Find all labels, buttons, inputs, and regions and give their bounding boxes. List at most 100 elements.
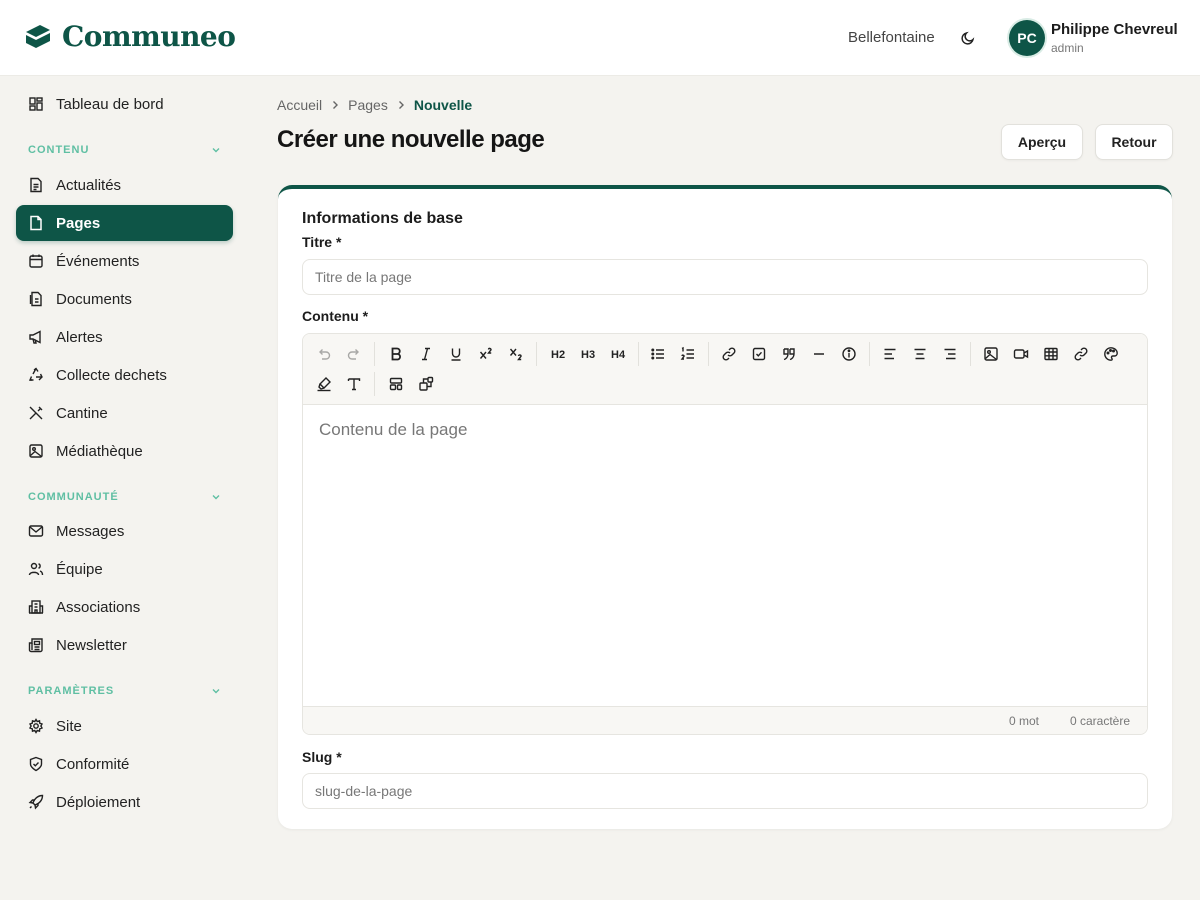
sidebar-item-label: Messages: [56, 522, 125, 540]
info-button[interactable]: [837, 342, 861, 366]
sidebar-item-newsletter[interactable]: Newsletter: [16, 627, 233, 663]
toolbar-separator: [374, 342, 375, 366]
section-title: COMMUNAUTÉ: [28, 491, 119, 503]
editor-toolbar: H2 H3 H4: [303, 334, 1147, 405]
avatar[interactable]: PC: [1009, 20, 1045, 56]
editor-footer: 0 mot 0 caractère: [303, 706, 1147, 734]
highlight-button[interactable]: [312, 372, 336, 396]
documents-icon: [29, 291, 42, 307]
sidebar-section-communaute[interactable]: COMMUNAUTÉ: [28, 489, 222, 505]
image-icon: [984, 347, 998, 361]
sidebar-section-contenu[interactable]: CONTENU: [28, 142, 222, 158]
slug-input[interactable]: [302, 773, 1148, 809]
sidebar-item-cantine[interactable]: Cantine: [16, 395, 233, 431]
breadcrumb-link-accueil[interactable]: Accueil: [277, 97, 322, 113]
bullet-list-button[interactable]: [646, 342, 670, 366]
heading-2-label: H2: [551, 349, 565, 361]
sidebar-item-evenements[interactable]: Événements: [16, 243, 233, 279]
title-label: Titre *: [302, 234, 342, 250]
sidebar-item-conformite[interactable]: Conformité: [16, 746, 233, 782]
undo-button[interactable]: [312, 342, 336, 366]
align-right-button[interactable]: [938, 342, 962, 366]
quote-button[interactable]: [777, 342, 801, 366]
blocks-icon: [419, 376, 434, 391]
toolbar-separator: [970, 342, 971, 366]
sidebar-item-label: Pages: [56, 214, 101, 232]
editor-content[interactable]: Contenu de la page: [319, 420, 467, 440]
link-button[interactable]: [717, 342, 741, 366]
toolbar-separator: [638, 342, 639, 366]
superscript-button[interactable]: [474, 342, 498, 366]
breadcrumb-current: Nouvelle: [413, 97, 473, 113]
newspaper-icon: [28, 638, 43, 653]
sidebar-item-label: Collecte dechets: [56, 366, 167, 384]
heading-3-button[interactable]: H3: [576, 342, 600, 366]
heading-2-button[interactable]: H2: [546, 342, 570, 366]
color-button[interactable]: [1099, 342, 1123, 366]
sidebar-item-actualites[interactable]: Actualités: [16, 167, 233, 203]
sidebar-item-site[interactable]: Site: [16, 708, 233, 744]
sidebar-item-alertes[interactable]: Alertes: [16, 319, 233, 355]
text-style-button[interactable]: [342, 372, 366, 396]
preview-button[interactable]: Aperçu: [1001, 124, 1083, 160]
align-center-button[interactable]: [908, 342, 932, 366]
sidebar-item-equipe[interactable]: Équipe: [16, 551, 233, 587]
sidebar-section-parametres[interactable]: PARAMÈTRES: [28, 683, 222, 699]
toolbar-separator: [374, 372, 375, 396]
align-left-button[interactable]: [878, 342, 902, 366]
breadcrumb-link-pages[interactable]: Pages: [348, 97, 388, 113]
text-icon: [347, 378, 361, 391]
news-icon: [30, 177, 42, 193]
heading-4-button[interactable]: H4: [606, 342, 630, 366]
sidebar-item-collecte-dechets[interactable]: Collecte dechets: [16, 357, 233, 393]
horizontal-rule-icon: [814, 353, 824, 355]
sidebar-item-deploiement[interactable]: Déploiement: [16, 784, 233, 820]
bullet-list-icon: [651, 348, 664, 360]
sidebar-item-messages[interactable]: Messages: [16, 513, 233, 549]
heading-4-label: H4: [611, 349, 626, 361]
redo-button[interactable]: [342, 342, 366, 366]
sidebar-item-mediatheque[interactable]: Médiathèque: [16, 433, 233, 469]
sidebar-item-label: Conformité: [56, 755, 130, 773]
sidebar-item-pages[interactable]: Pages: [16, 205, 233, 241]
sidebar-item-label: Newsletter: [56, 636, 127, 654]
bold-button[interactable]: [384, 342, 408, 366]
chevron-down-icon: [212, 148, 220, 153]
insert-table-button[interactable]: [1039, 342, 1063, 366]
blocks-button[interactable]: [414, 372, 438, 396]
sidebar-item-documents[interactable]: Documents: [16, 281, 233, 317]
link-icon: [722, 347, 736, 361]
sidebar-item-label: Associations: [56, 598, 141, 616]
site-selector[interactable]: Bellefontaine: [848, 29, 935, 46]
insert-video-button[interactable]: [1009, 342, 1033, 366]
task-list-button[interactable]: [747, 342, 771, 366]
back-button[interactable]: Retour: [1095, 124, 1173, 160]
insert-image-button[interactable]: [979, 342, 1003, 366]
title-input[interactable]: [302, 259, 1148, 295]
ordered-list-button[interactable]: [676, 342, 700, 366]
subscript-button[interactable]: [504, 342, 528, 366]
top-header: Communeo Bellefontaine PC Philippe Chevr…: [0, 0, 1200, 76]
character-count: 0 caractère: [1070, 714, 1131, 728]
heading-3-label: H3: [581, 349, 595, 361]
sidebar: Tableau de bord CONTENU Actualités Pages…: [0, 77, 250, 900]
horizontal-rule-button[interactable]: [807, 342, 831, 366]
section-title: Informations de base: [302, 210, 463, 227]
palette-icon: [1104, 347, 1118, 361]
rich-text-editor: H2 H3 H4 Contenu de la page 0 mot 0 cara…: [302, 333, 1148, 735]
rocket-icon: [28, 794, 44, 810]
task-list-icon: [752, 347, 766, 361]
utensils-icon: [29, 406, 43, 420]
underline-button[interactable]: [444, 342, 468, 366]
sidebar-item-associations[interactable]: Associations: [16, 589, 233, 625]
user-role: admin: [1051, 41, 1084, 55]
italic-button[interactable]: [414, 342, 438, 366]
embed-link-button[interactable]: [1069, 342, 1093, 366]
theme-toggle-button[interactable]: [958, 28, 978, 48]
layout-button[interactable]: [384, 372, 408, 396]
sidebar-item-dashboard[interactable]: Tableau de bord: [16, 86, 233, 122]
toolbar-separator: [536, 342, 537, 366]
slug-label: Slug *: [302, 749, 342, 765]
sidebar-item-label: Alertes: [56, 328, 103, 346]
logo[interactable]: Communeo: [24, 20, 236, 53]
